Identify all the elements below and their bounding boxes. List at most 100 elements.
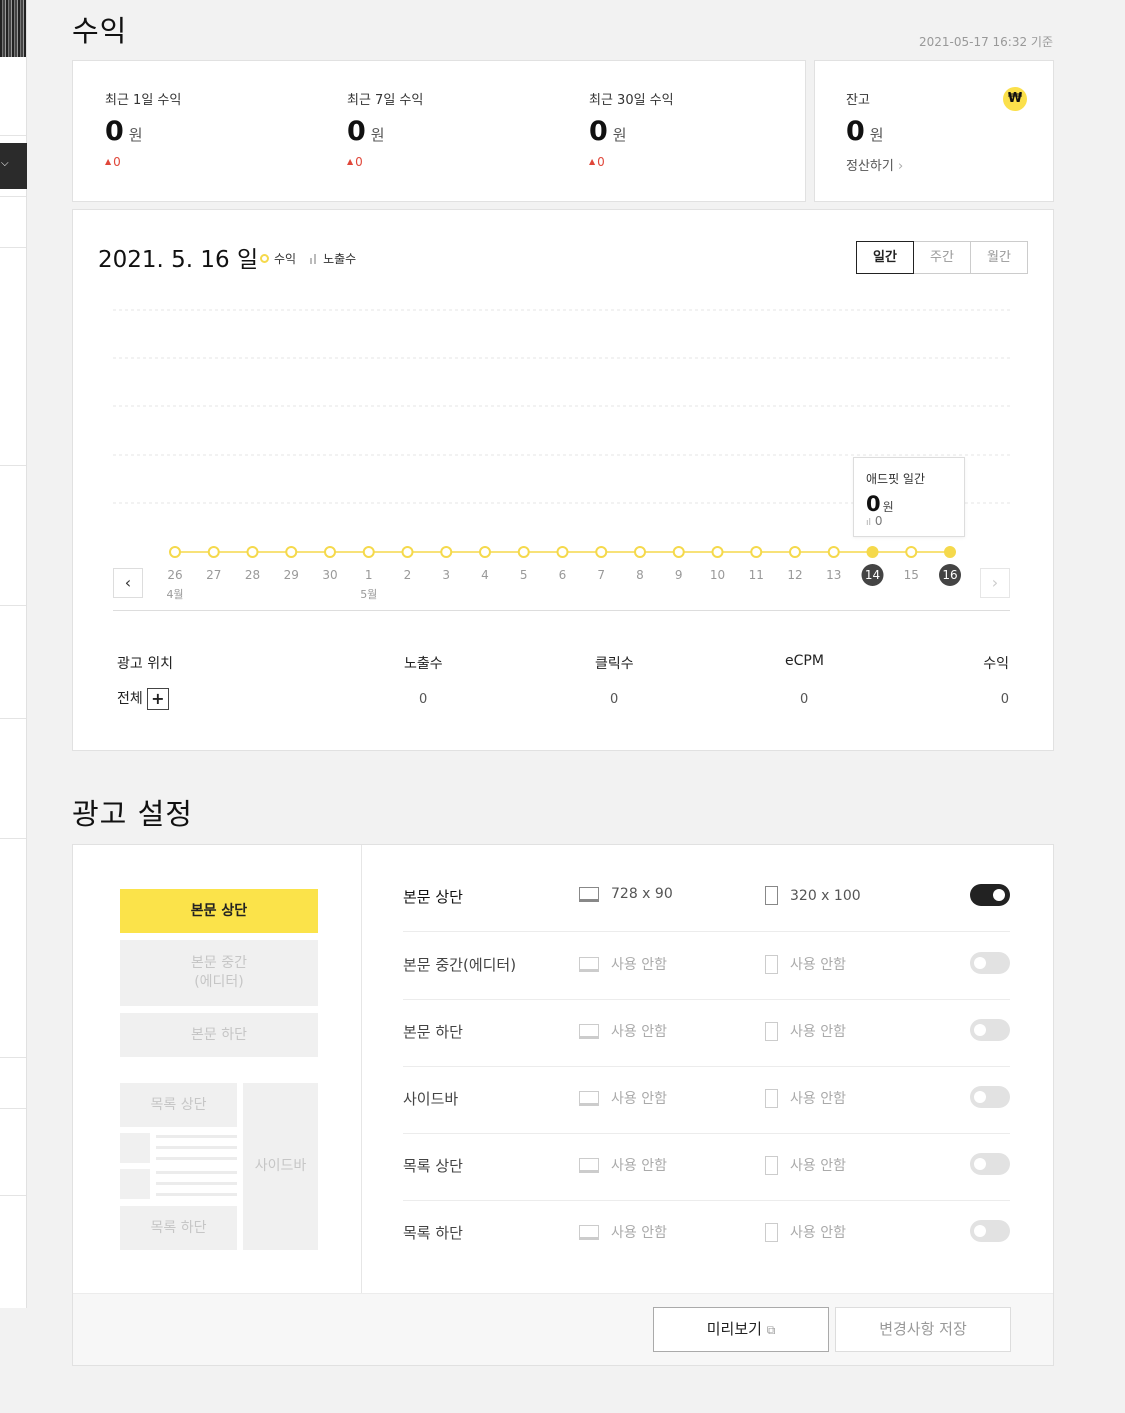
data-point [401,546,414,558]
layout-list-line [156,1171,237,1174]
layout-list-top-block[interactable]: 목록 상단 [120,1083,237,1127]
revenue-title: 수익 [72,14,128,48]
monitor-icon [579,956,599,972]
col-header-clicks: 클릭수 [595,656,634,672]
col-header-ecpm: eCPM [785,653,824,669]
stat-value: 0 [589,116,608,147]
row-clicks: 0 [610,692,619,707]
ad-toggle-switch[interactable] [970,884,1010,906]
monitor-icon [579,1157,599,1173]
tooltip-title: 애드핏 일간 [866,472,926,486]
layout-sidebar-block[interactable]: 사이드바 [243,1083,318,1250]
ad-row-body-top: 본문 상단 728 x 90 320 x 100 [403,865,1010,932]
chart-prev-button[interactable]: ‹ [113,568,143,598]
ad-row-name: 본문 하단 [403,1023,463,1041]
stat-label: 최근 7일 수익 [347,93,424,108]
col-header-impressions: 노출수 [404,656,443,672]
ad-row-body-bottom: 본문 하단 사용 안함 사용 안함 [403,1000,1010,1067]
save-changes-button[interactable]: 변경사항 저장 [835,1307,1011,1352]
stat-1day: 최근 1일 수익 0원 ▲ 0 [105,89,181,169]
layout-top-block[interactable]: 본문 상단 [120,889,318,933]
external-link-icon: ⧉ [766,1323,776,1337]
data-point [634,546,646,558]
x-tick-label: 15 [904,568,919,582]
x-tick-label: 26 [167,568,182,582]
layout-bottom-block[interactable]: 본문 하단 [120,1013,318,1057]
row-ecpm: 0 [800,692,809,707]
data-point [246,546,259,558]
x-tick-label: 8 [636,568,644,582]
x-tick-label: 2 [404,568,412,582]
stat-label: 최근 30일 수익 [589,93,674,108]
ad-toggle-switch[interactable] [970,1153,1010,1175]
mobile-icon [765,1155,778,1175]
mobile-icon [765,1222,778,1242]
monitor-icon [579,1023,599,1039]
chevron-down-icon: ⌵ [1,158,9,169]
data-point [440,546,453,558]
ad-settings-title: 광고 설정 [72,797,193,831]
revenue-chart-card: 2021. 5. 16 일 수익 노출수 일간 주간 월간 26 27 28 29 30… [72,209,1054,751]
data-point [479,546,491,558]
divider [0,718,26,719]
mobile-icon [765,954,778,974]
x-tick-label: 1 [365,568,373,582]
stat-delta: ▲ 0 [589,155,605,169]
up-triangle-icon: ▲ [347,157,354,166]
expand-plus-button[interactable]: + [146,688,169,710]
x-tick-label: 4 [481,568,489,582]
stat-unit: 원 [128,126,143,144]
stat-unit: 원 [612,126,627,144]
balance-value: 0 [846,116,865,147]
stat-30day: 최근 30일 수익 0원 ▲ 0 [589,89,674,169]
x-tick-label: 3 [442,568,450,582]
layout-list-line [156,1193,237,1196]
tab-daily[interactable]: 일간 [856,241,914,274]
data-point [672,546,685,558]
layout-list-line [156,1182,237,1185]
col-header-position: 광고 위치 [117,656,173,672]
data-point [362,546,375,558]
ad-row-body-middle: 본문 중간(에디터) 사용 안함 사용 안함 [403,933,1010,1000]
data-point [285,546,298,558]
ad-row-mobile-size: 사용 안함 [765,954,846,974]
balance-card: 잔고 0원 정산하기 › ₩ [814,60,1054,202]
ad-toggle-switch[interactable] [970,1220,1010,1242]
chart-next-button[interactable]: › [980,568,1010,598]
stat-value: 0 [105,116,124,147]
layout-list-thumb [120,1133,150,1163]
x-tick-label: 27 [206,568,221,582]
sidebar-thumbnail[interactable] [0,0,26,57]
ad-row-pc-size: 사용 안함 [579,1155,667,1175]
divider [113,610,1010,611]
stat-delta: ▲ 0 [347,155,363,169]
left-sidebar: ⌵ [0,0,27,1308]
chevron-left-icon: ‹ [124,573,132,592]
chevron-right-icon: › [897,159,904,174]
ad-toggle-switch[interactable] [970,1086,1010,1108]
data-point [595,546,608,558]
divider [0,465,26,466]
monitor-icon [579,886,599,902]
settle-link[interactable]: 정산하기 › [846,155,903,174]
ad-toggle-switch[interactable] [970,1019,1010,1041]
data-point [866,546,879,558]
data-point [324,546,336,558]
preview-button[interactable]: 미리보기 ⧉ [653,1307,829,1352]
layout-list-bottom-block[interactable]: 목록 하단 [120,1206,237,1250]
sidebar-dropdown[interactable]: ⌵ [0,143,27,189]
up-triangle-icon: ▲ [589,157,596,166]
data-point [827,546,840,558]
divider [0,1057,26,1058]
ad-toggle-switch[interactable] [970,952,1010,974]
row-impressions: 0 [419,692,428,707]
x-tick-label: 13 [826,568,841,582]
revenue-summary-card: 최근 1일 수익 0원 ▲ 0 최근 7일 수익 0원 ▲ 0 최근 30일 수익 … [72,60,806,202]
bar-icon: ıl [866,518,872,528]
ad-row-name: 사이드바 [403,1090,459,1108]
ad-row-mobile-size: 사용 안함 [765,1222,846,1242]
layout-middle-block[interactable]: 본문 중간 (에디터) [120,940,318,1006]
x-tick-label: 5 [520,568,528,582]
ad-layout-preview: 본문 상단 본문 중간 (에디터) 본문 하단 목록 상단 목록 하단 사이드바 [73,845,362,1293]
tooltip-unit: 원 [882,500,894,514]
